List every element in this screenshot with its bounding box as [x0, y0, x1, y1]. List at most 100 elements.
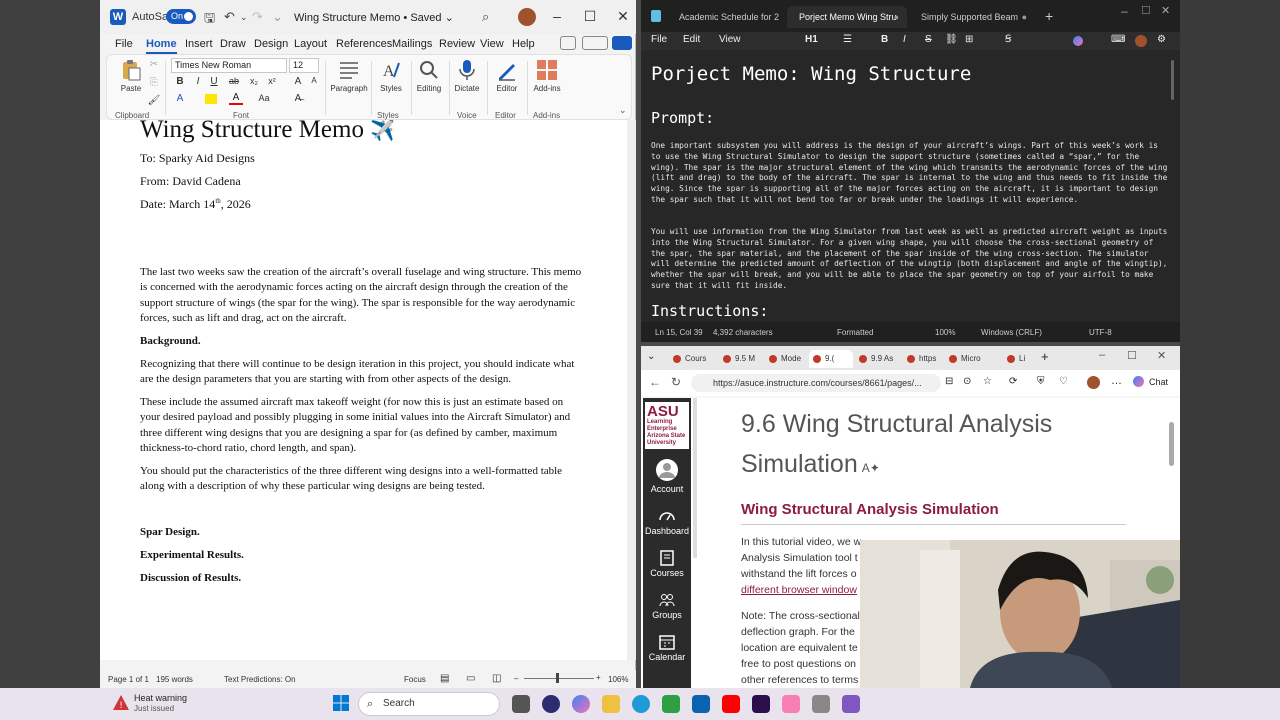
notepad-menu-edit[interactable]: Edit — [683, 34, 700, 45]
autosave-toggle[interactable]: On — [166, 9, 196, 24]
notepad-menu-view[interactable]: View — [719, 34, 741, 45]
notepad-minimize-button[interactable]: – — [1121, 4, 1128, 18]
menu-references[interactable]: References — [336, 38, 392, 50]
minimize-button[interactable]: – — [548, 8, 566, 24]
heart-icon[interactable]: ♡ — [1059, 376, 1068, 387]
browser-tab[interactable]: Cours — [669, 350, 715, 368]
menu-layout[interactable]: Layout — [294, 38, 327, 50]
menu-view[interactable]: View — [480, 38, 504, 50]
nav-dashboard[interactable]: Dashboard — [643, 508, 691, 536]
italic-icon[interactable]: I — [903, 34, 906, 45]
text-effects-icon[interactable]: A — [173, 93, 187, 104]
print-layout-icon[interactable]: ▭ — [466, 673, 475, 684]
asu-logo[interactable]: ASU Learning Enterprise Arizona State Un… — [645, 402, 689, 449]
settings-gear-icon[interactable]: ⚙ — [1157, 34, 1166, 45]
notepad-menu-file[interactable]: File — [651, 34, 667, 45]
zoom-level[interactable]: 106% — [608, 675, 628, 684]
nav-account[interactable]: Account — [643, 458, 691, 494]
change-case-icon[interactable]: Aa — [257, 93, 271, 103]
text-predictions[interactable]: Text Predictions: On — [224, 675, 296, 684]
paste-button[interactable]: Paste — [111, 59, 151, 93]
browser-minimize-button[interactable]: – — [1099, 349, 1105, 361]
zoom-slider-thumb[interactable] — [556, 673, 559, 683]
link-icon[interactable]: ⛓ — [945, 34, 958, 45]
italic-button[interactable]: I — [191, 76, 205, 87]
maximize-button[interactable]: ☐ — [581, 8, 599, 25]
read-mode-icon[interactable]: ▤ — [440, 673, 449, 684]
font-name-select[interactable]: Times New Roman — [171, 58, 287, 73]
web-layout-icon[interactable]: ◫ — [492, 673, 501, 684]
superscript-button[interactable]: x² — [265, 76, 279, 86]
editing-mode-icon[interactable] — [582, 36, 608, 50]
tab-modified-dot-icon[interactable]: ● — [1022, 6, 1027, 28]
editor-button[interactable]: Editor — [487, 59, 527, 93]
heat-warning-title[interactable]: Heat warning — [134, 693, 187, 703]
menu-draw[interactable]: Draw — [220, 38, 246, 50]
notepad-scrollbar[interactable] — [1171, 60, 1174, 100]
search-icon[interactable]: ⌕ — [482, 9, 489, 25]
browser-tab[interactable]: Mode — [765, 350, 809, 368]
notepad-maximize-button[interactable]: ☐ — [1141, 4, 1151, 17]
back-icon[interactable]: ← — [649, 375, 661, 389]
split-screen-icon[interactable]: ⊟ — [945, 376, 953, 387]
notepad-tab[interactable]: Academic Schedule for 2 — [667, 6, 787, 28]
edge-icon[interactable] — [632, 695, 650, 713]
task-view-icon[interactable] — [512, 695, 530, 713]
highlight-icon[interactable] — [205, 94, 217, 104]
page-count[interactable]: Page 1 of 1 — [108, 675, 149, 684]
ribbon-collapse-icon[interactable]: ⌄ — [619, 105, 627, 116]
cut-icon[interactable]: ✂ — [147, 59, 161, 70]
nav-groups[interactable]: Groups — [643, 592, 691, 620]
heading-level-select[interactable]: H1 — [805, 34, 818, 45]
new-tab-icon[interactable]: + — [1045, 8, 1053, 24]
zoom-out-icon[interactable]: – — [514, 674, 518, 683]
youtube-icon[interactable] — [722, 695, 740, 713]
more-commands-icon[interactable]: ⌄ — [272, 9, 283, 25]
document-scrollbar[interactable] — [627, 120, 636, 660]
user-avatar[interactable] — [518, 8, 536, 26]
editing-button[interactable]: Editing — [409, 59, 449, 93]
browser-maximize-button[interactable]: ☐ — [1127, 349, 1137, 362]
subscript-button[interactable]: x₂ — [247, 76, 261, 86]
outlook-icon[interactable] — [692, 695, 710, 713]
menu-file[interactable]: File — [115, 38, 133, 50]
clear-format-icon[interactable]: A̶ — [291, 93, 305, 104]
shrink-font-icon[interactable]: A — [307, 76, 321, 85]
extensions-icon[interactable]: ⟳ — [1009, 376, 1017, 387]
document-title[interactable]: Wing Structure Memo • Saved ⌄ — [294, 11, 454, 24]
undo-dropdown-icon[interactable]: ⌄ — [240, 12, 248, 23]
strikethrough-button[interactable]: ab — [227, 76, 241, 86]
notepad-avatar[interactable] — [1135, 35, 1147, 47]
notepad-editor[interactable]: Porject Memo: Wing Structure Prompt: One… — [641, 50, 1171, 322]
copilot-icon[interactable] — [1073, 36, 1083, 46]
notepad-close-button[interactable]: ✕ — [1161, 4, 1170, 17]
paragraph-button[interactable]: Paragraph — [327, 59, 371, 93]
nav-courses[interactable]: Courses — [643, 550, 691, 578]
browser-tab[interactable]: 9.9 As — [855, 350, 901, 368]
tab-actions-icon[interactable]: ⌄ — [647, 351, 655, 362]
zoom-in-icon[interactable]: + — [596, 673, 601, 682]
browser-new-tab-icon[interactable]: + — [1041, 349, 1049, 364]
list-icon[interactable]: ☰ — [843, 34, 852, 45]
browser-tab-active[interactable]: 9.( — [809, 350, 853, 368]
addins-button[interactable]: Add-ins — [527, 59, 567, 93]
tab-modified-dot-icon[interactable]: ● — [894, 6, 899, 28]
font-size-select[interactable]: 12 — [289, 58, 319, 73]
browser-tab[interactable]: Micro — [945, 350, 991, 368]
share-icon[interactable] — [612, 36, 632, 50]
menu-mailings[interactable]: Mailings — [392, 38, 432, 50]
chat-icon[interactable]: ⌨ — [1111, 34, 1125, 45]
heat-warning-icon[interactable]: ! — [112, 694, 130, 712]
windows-start-icon[interactable] — [332, 694, 350, 712]
styles-button[interactable]: A Styles — [371, 59, 411, 93]
file-explorer-icon[interactable] — [602, 695, 620, 713]
camera-icon[interactable] — [812, 695, 830, 713]
copilot-icon[interactable] — [1133, 376, 1144, 387]
menu-design[interactable]: Design — [254, 38, 288, 50]
menu-insert[interactable]: Insert — [185, 38, 213, 50]
grow-font-icon[interactable]: A — [291, 76, 305, 87]
notepad-tab-active[interactable]: Porject Memo Wing Stru ● — [787, 6, 907, 28]
browser-tab[interactable]: https — [903, 350, 943, 368]
underline-button[interactable]: U — [207, 76, 221, 87]
bold-button[interactable]: B — [173, 76, 187, 87]
